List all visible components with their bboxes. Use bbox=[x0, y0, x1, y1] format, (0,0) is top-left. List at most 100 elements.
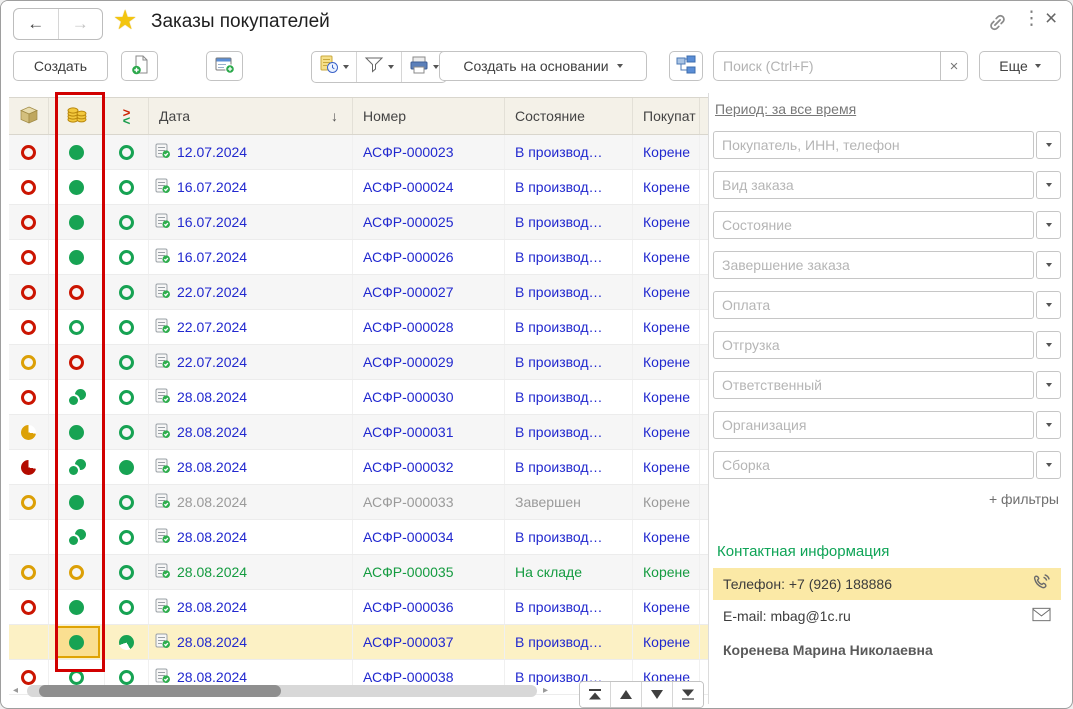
table-row[interactable]: 22.07.2024 АСФР-000027 В производ… Корен… bbox=[9, 275, 708, 310]
forward-button[interactable]: → bbox=[59, 9, 103, 39]
filter-input[interactable] bbox=[713, 211, 1034, 239]
hscrollbar-track[interactable] bbox=[27, 685, 537, 697]
shipment-status-cell bbox=[9, 275, 49, 309]
table-row[interactable]: 28.08.2024 АСФР-000037 В производ… Корен… bbox=[9, 625, 708, 660]
number-cell: АСФР-000023 bbox=[353, 135, 505, 169]
filter-dropdown-button[interactable] bbox=[1036, 171, 1061, 199]
exchange-status-cell bbox=[105, 135, 149, 169]
payment-status-cell bbox=[49, 170, 105, 204]
search-box: × bbox=[713, 51, 968, 81]
col-exchange-header[interactable]: >< bbox=[105, 98, 149, 134]
go-next-button[interactable] bbox=[641, 682, 672, 707]
table-row[interactable]: 22.07.2024 АСФР-000029 В производ… Корен… bbox=[9, 345, 708, 380]
close-icon[interactable]: × bbox=[1045, 7, 1057, 31]
shipment-status-icon bbox=[21, 180, 36, 195]
related-documents-button[interactable] bbox=[669, 51, 703, 81]
filter-input[interactable] bbox=[713, 251, 1034, 279]
contact-phone-row[interactable]: Телефон: +7 (926) 188886 bbox=[713, 568, 1061, 600]
add-filters-link[interactable]: + фильтры bbox=[713, 491, 1059, 507]
filter-input[interactable] bbox=[713, 291, 1034, 319]
col-payment-header[interactable] bbox=[49, 98, 105, 134]
favorite-star-icon[interactable]: ★ bbox=[113, 5, 137, 36]
table-row[interactable]: 22.07.2024 АСФР-000028 В производ… Корен… bbox=[9, 310, 708, 345]
document-posted-icon bbox=[155, 143, 171, 162]
col-date-header[interactable]: Дата ↓ bbox=[149, 98, 353, 134]
contact-email-row[interactable]: E-mail: mbag@1c.ru bbox=[713, 600, 1061, 632]
filter-dropdown-button[interactable] bbox=[1036, 131, 1061, 159]
filter-dropdown-button[interactable] bbox=[1036, 251, 1061, 279]
exchange-status-icon bbox=[119, 530, 134, 545]
table-row[interactable]: 28.08.2024 АСФР-000036 В производ… Корен… bbox=[9, 590, 708, 625]
filter-combo bbox=[713, 291, 1061, 319]
page-title: Заказы покупателей bbox=[151, 11, 330, 33]
table-row[interactable]: 28.08.2024 АСФР-000030 В производ… Корен… bbox=[9, 380, 708, 415]
copy-document-button[interactable] bbox=[121, 51, 158, 81]
exchange-status-cell bbox=[105, 590, 149, 624]
hscrollbar-thumb[interactable] bbox=[39, 685, 281, 697]
filter-dropdown-button[interactable] bbox=[1036, 331, 1061, 359]
filter-dropdown-button[interactable] bbox=[1036, 451, 1061, 479]
table-row[interactable]: 12.07.2024 АСФР-000023 В производ… Корен… bbox=[9, 135, 708, 170]
hscroll-left-arrow[interactable]: ◂ bbox=[13, 685, 18, 696]
filter-input[interactable] bbox=[713, 451, 1034, 479]
funnel-icon bbox=[364, 56, 384, 78]
table-row[interactable]: 28.08.2024 АСФР-000034 В производ… Корен… bbox=[9, 520, 708, 555]
phone-icon[interactable] bbox=[1032, 573, 1051, 595]
table-header: >< Дата ↓ Номер Состояние Покупат bbox=[9, 97, 708, 135]
payment-status-icon bbox=[69, 180, 84, 195]
col-state-header[interactable]: Состояние bbox=[505, 98, 633, 134]
table-row[interactable]: 28.08.2024 АСФР-000035 На складе Корене bbox=[9, 555, 708, 590]
go-last-button[interactable] bbox=[672, 682, 703, 707]
exchange-status-icon bbox=[119, 355, 134, 370]
table-row[interactable]: 28.08.2024 АСФР-000032 В производ… Корен… bbox=[9, 450, 708, 485]
dropdown-caret-icon bbox=[1046, 303, 1052, 307]
state-cell: В производ… bbox=[505, 625, 633, 659]
shipment-status-icon bbox=[21, 670, 36, 685]
period-link[interactable]: Период: за все время bbox=[715, 101, 856, 117]
create-group-button[interactable] bbox=[206, 51, 243, 81]
filter-input[interactable] bbox=[713, 331, 1034, 359]
filter-dropdown-button[interactable] bbox=[1036, 371, 1061, 399]
filter-menu-button[interactable] bbox=[356, 52, 401, 82]
hscroll-right-arrow[interactable]: ▸ bbox=[543, 685, 548, 696]
postpone-menu-button[interactable] bbox=[312, 52, 356, 82]
filter-input[interactable] bbox=[713, 371, 1034, 399]
go-first-button[interactable] bbox=[580, 682, 610, 707]
document-clock-icon bbox=[319, 55, 339, 79]
table-row[interactable]: 28.08.2024 АСФР-000033 Завершен Корене bbox=[9, 485, 708, 520]
exchange-status-cell bbox=[105, 205, 149, 239]
search-input[interactable] bbox=[713, 51, 941, 81]
kebab-menu-icon[interactable]: ⋮ bbox=[1022, 9, 1041, 28]
filter-combos bbox=[713, 131, 1061, 479]
payment-status-icon bbox=[69, 495, 84, 510]
get-link-icon[interactable] bbox=[987, 12, 1008, 38]
table-row[interactable]: 28.08.2024 АСФР-000031 В производ… Корен… bbox=[9, 415, 708, 450]
filter-input[interactable] bbox=[713, 171, 1034, 199]
col-buyer-header[interactable]: Покупат bbox=[633, 98, 700, 134]
table-row[interactable]: 16.07.2024 АСФР-000025 В производ… Корен… bbox=[9, 205, 708, 240]
state-cell: В производ… bbox=[505, 450, 633, 484]
filter-combo bbox=[713, 211, 1061, 239]
col-shipment-header[interactable] bbox=[9, 98, 49, 134]
go-previous-button[interactable] bbox=[610, 682, 641, 707]
date-value: 28.08.2024 bbox=[177, 424, 247, 440]
search-clear-button[interactable]: × bbox=[941, 51, 968, 81]
back-button[interactable]: ← bbox=[14, 9, 59, 39]
create-on-basis-button[interactable]: Создать на основании bbox=[439, 51, 647, 81]
coins-icon bbox=[66, 106, 88, 127]
filter-input[interactable] bbox=[713, 411, 1034, 439]
shipment-status-icon bbox=[21, 145, 36, 160]
filter-dropdown-button[interactable] bbox=[1036, 211, 1061, 239]
more-button[interactable]: Еще bbox=[979, 51, 1061, 81]
col-number-header[interactable]: Номер bbox=[353, 98, 505, 134]
filter-input[interactable] bbox=[713, 131, 1034, 159]
filter-dropdown-button[interactable] bbox=[1036, 291, 1061, 319]
filter-dropdown-button[interactable] bbox=[1036, 411, 1061, 439]
table-row[interactable]: 16.07.2024 АСФР-000024 В производ… Корен… bbox=[9, 170, 708, 205]
exchange-status-cell bbox=[105, 415, 149, 449]
create-button[interactable]: Создать bbox=[13, 51, 108, 81]
envelope-icon[interactable] bbox=[1032, 607, 1051, 625]
table-row[interactable]: 16.07.2024 АСФР-000026 В производ… Корен… bbox=[9, 240, 708, 275]
filter-panel: Период: за все время + фильтры Контактна… bbox=[713, 93, 1061, 658]
shipment-status-icon bbox=[21, 355, 36, 370]
